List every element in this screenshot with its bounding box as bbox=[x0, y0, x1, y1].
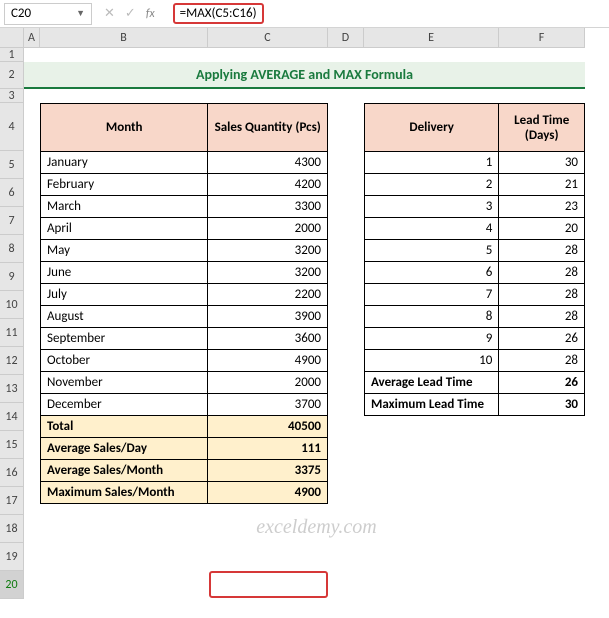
col-header-A[interactable]: A bbox=[24, 28, 40, 48]
row-header-10[interactable]: 10 bbox=[0, 291, 24, 319]
row-header-13[interactable]: 13 bbox=[0, 375, 24, 403]
name-box-value: C20 bbox=[11, 6, 31, 21]
row-header-16[interactable]: 16 bbox=[0, 459, 24, 487]
row-header-3[interactable]: 3 bbox=[0, 89, 24, 103]
row-header-6[interactable]: 6 bbox=[0, 179, 24, 207]
row-header-12[interactable]: 12 bbox=[0, 347, 24, 375]
table-row: January4300 bbox=[41, 152, 328, 174]
name-box[interactable]: C20 ▼ bbox=[4, 3, 92, 25]
max-month-cell[interactable]: 4900 bbox=[208, 482, 328, 504]
max-lead-row: Maximum Lead Time30 bbox=[365, 394, 585, 416]
table-row: 828 bbox=[365, 306, 585, 328]
th-qty: Sales Quantity (Pcs) bbox=[208, 104, 328, 152]
table-row: 926 bbox=[365, 328, 585, 350]
formula-text: =MAX(C5:C16) bbox=[173, 3, 264, 24]
max-month-row: Maximum Sales/Month4900 bbox=[41, 482, 328, 504]
table-row: 221 bbox=[365, 174, 585, 196]
table-row: November2000 bbox=[41, 372, 328, 394]
table-row: 528 bbox=[365, 240, 585, 262]
row-header-19[interactable]: 19 bbox=[0, 543, 24, 571]
table-row: May3200 bbox=[41, 240, 328, 262]
avg-day-row: Average Sales/Day111 bbox=[41, 438, 328, 460]
table-row: 130 bbox=[365, 152, 585, 174]
row-header-11[interactable]: 11 bbox=[0, 319, 24, 347]
row-header-8[interactable]: 8 bbox=[0, 235, 24, 263]
row-header-4[interactable]: 4 bbox=[0, 103, 24, 151]
fx-icon[interactable]: fx bbox=[146, 7, 155, 21]
table-row: December3700 bbox=[41, 394, 328, 416]
cancel-icon: ✕ bbox=[104, 6, 115, 21]
row-header-15[interactable]: 15 bbox=[0, 431, 24, 459]
col-header-E[interactable]: E bbox=[364, 28, 499, 48]
table-row: March3300 bbox=[41, 196, 328, 218]
avg-lead-row: Average Lead Time26 bbox=[365, 372, 585, 394]
th-lead: Lead Time (Days) bbox=[499, 104, 585, 152]
table-row: September3600 bbox=[41, 328, 328, 350]
th-delivery: Delivery bbox=[365, 104, 499, 152]
total-row: Total40500 bbox=[41, 416, 328, 438]
row-header-9[interactable]: 9 bbox=[0, 263, 24, 291]
row-header-2[interactable]: 2 bbox=[0, 62, 24, 89]
selected-cell-highlight bbox=[209, 571, 328, 598]
table-row: July2200 bbox=[41, 284, 328, 306]
table-row: 323 bbox=[365, 196, 585, 218]
page-title: Applying AVERAGE and MAX Formula bbox=[24, 62, 585, 89]
formula-bar-icons: ✕ ✓ fx bbox=[104, 6, 155, 21]
select-all-corner[interactable] bbox=[0, 28, 24, 48]
row-headers: 1 2 3 4 5 6 7 8 9 10 11 12 13 14 15 16 1… bbox=[0, 48, 24, 599]
formula-bar[interactable]: =MAX(C5:C16) bbox=[167, 1, 609, 26]
table-row: August3900 bbox=[41, 306, 328, 328]
sales-table: Month Sales Quantity (Pcs) January4300 F… bbox=[40, 103, 328, 504]
table-row: June3200 bbox=[41, 262, 328, 284]
chevron-down-icon[interactable]: ▼ bbox=[76, 8, 85, 19]
table-row: 628 bbox=[365, 262, 585, 284]
table-row: October4900 bbox=[41, 350, 328, 372]
lead-time-table: Delivery Lead Time (Days) 130 221 323 42… bbox=[364, 103, 585, 416]
accept-icon: ✓ bbox=[125, 6, 136, 21]
row-header-17[interactable]: 17 bbox=[0, 487, 24, 515]
col-header-C[interactable]: C bbox=[208, 28, 328, 48]
column-headers: A B C D E F bbox=[24, 28, 585, 48]
col-header-F[interactable]: F bbox=[499, 28, 585, 48]
table-row: April2000 bbox=[41, 218, 328, 240]
col-header-D[interactable]: D bbox=[328, 28, 364, 48]
table-row: February4200 bbox=[41, 174, 328, 196]
row-header-1[interactable]: 1 bbox=[0, 48, 24, 62]
row-header-20[interactable]: 20 bbox=[0, 571, 24, 599]
formula-bar-row: C20 ▼ ✕ ✓ fx =MAX(C5:C16) bbox=[0, 0, 609, 28]
watermark: exceldemy.com bbox=[256, 516, 376, 539]
row-header-18[interactable]: 18 bbox=[0, 515, 24, 543]
worksheet[interactable]: Applying AVERAGE and MAX Formula Month S… bbox=[24, 48, 609, 599]
table-row: 420 bbox=[365, 218, 585, 240]
row-header-5[interactable]: 5 bbox=[0, 151, 24, 179]
table-row: 728 bbox=[365, 284, 585, 306]
avg-month-row: Average Sales/Month3375 bbox=[41, 460, 328, 482]
row-header-14[interactable]: 14 bbox=[0, 403, 24, 431]
th-month: Month bbox=[41, 104, 208, 152]
row-header-7[interactable]: 7 bbox=[0, 207, 24, 235]
col-header-B[interactable]: B bbox=[40, 28, 208, 48]
table-row: 1028 bbox=[365, 350, 585, 372]
